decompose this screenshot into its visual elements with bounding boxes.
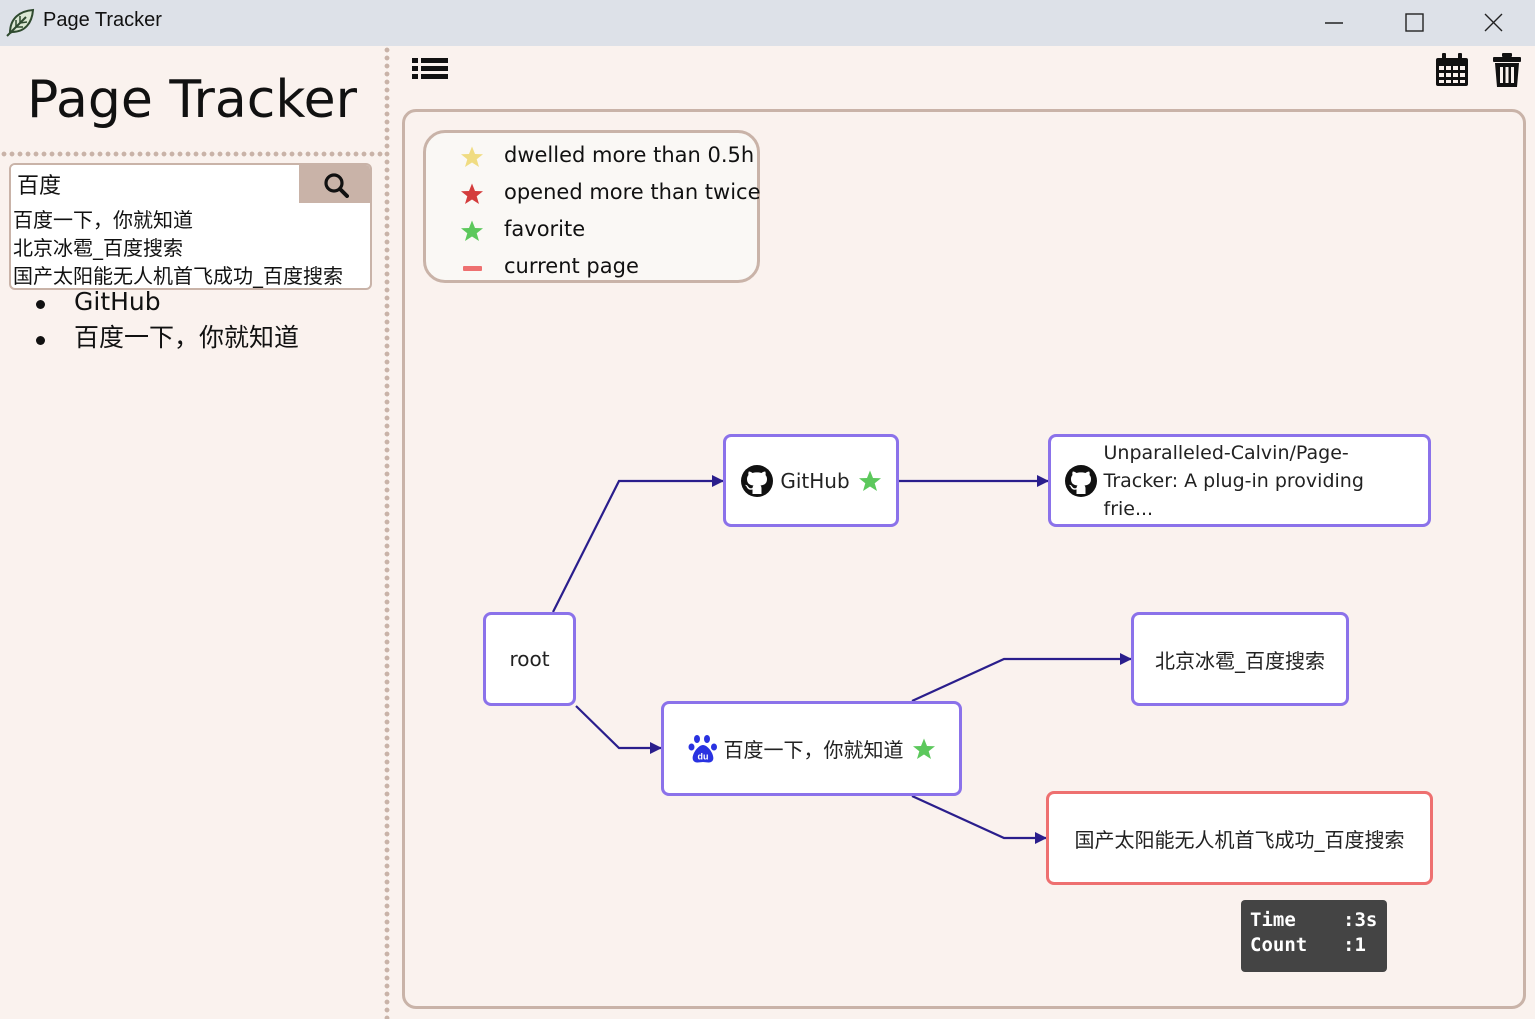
node-label: 国产太阳能无人机首飞成功_百度搜索 [1074, 827, 1405, 852]
node-label: 北京冰雹_百度搜索 [1155, 648, 1325, 673]
edge [911, 653, 1132, 703]
node-label: 百度一下，你就知道 [723, 738, 904, 762]
graph-node-root[interactable]: root [483, 612, 576, 706]
baidu-icon: du [688, 734, 717, 762]
graph-node-baidu[interactable]: du 百度一下，你就知道 [661, 701, 962, 796]
node-tooltip: Time :3s Count :1 [1241, 900, 1387, 972]
graph-node-hail[interactable]: 北京冰雹_百度搜索 [1131, 612, 1349, 706]
tooltip-time-value: :3s [1343, 909, 1378, 931]
tooltip-time-label: Time [1250, 909, 1296, 931]
tooltip-count-value: :1 [1343, 934, 1366, 956]
github-icon [741, 464, 774, 497]
github-icon [1064, 464, 1097, 497]
graph-node-repo[interactable]: Unparalleled-Calvin/Page-Tracker: A plug… [1048, 434, 1431, 527]
edge [575, 705, 662, 754]
svg-text:du: du [697, 751, 708, 761]
edge [552, 475, 724, 613]
node-label: GitHub [780, 468, 850, 493]
tooltip-count-label: Count [1250, 934, 1308, 956]
graph-node-github[interactable]: GitHub [723, 434, 899, 527]
node-label: Unparalleled-Calvin/Page-Tracker: A plug… [1103, 441, 1364, 520]
graph-node-drone-current[interactable]: 国产太阳能无人机首飞成功_百度搜索 [1046, 791, 1433, 885]
favorite-star-icon [858, 470, 881, 491]
favorite-star-icon [912, 738, 935, 759]
edge [911, 794, 1047, 844]
node-label: root [509, 647, 550, 671]
